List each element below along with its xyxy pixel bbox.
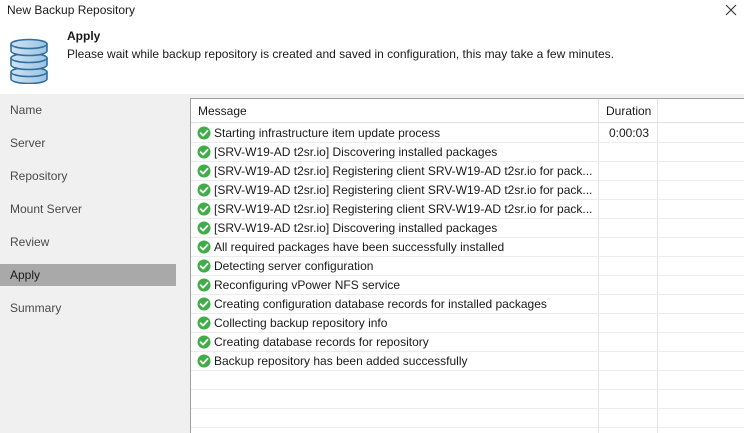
row-message: Collecting backup repository info xyxy=(214,316,388,330)
table-row[interactable]: [SRV-W19-AD t2sr.io] Registering client … xyxy=(191,162,744,181)
success-check-icon xyxy=(197,354,211,368)
log-grid[interactable]: Message Duration Starting infrastructure… xyxy=(190,98,744,433)
success-check-icon xyxy=(197,335,211,349)
sidebar-item-apply[interactable]: Apply xyxy=(0,264,176,286)
success-check-icon xyxy=(197,183,211,197)
row-message: [SRV-W19-AD t2sr.io] Registering client … xyxy=(214,164,593,178)
main-content: Message Duration Starting infrastructure… xyxy=(180,94,744,433)
grid-header: Message Duration xyxy=(191,99,744,123)
title-bar: New Backup Repository xyxy=(0,0,744,22)
page-title: Apply xyxy=(67,29,101,43)
success-check-icon xyxy=(197,297,211,311)
column-header-message[interactable]: Message xyxy=(198,104,247,118)
table-row[interactable]: [SRV-W19-AD t2sr.io] Registering client … xyxy=(191,181,744,200)
page-description: Please wait while backup repository is c… xyxy=(67,47,614,61)
table-row[interactable]: [SRV-W19-AD t2sr.io] Registering client … xyxy=(191,200,744,219)
table-row[interactable]: All required packages have been successf… xyxy=(191,238,744,257)
empty-row xyxy=(191,409,744,428)
column-header-duration[interactable]: Duration xyxy=(606,104,651,118)
row-message: Detecting server configuration xyxy=(214,259,374,273)
sidebar-item-server[interactable]: Server xyxy=(0,132,176,154)
row-message: Creating database records for repository xyxy=(214,335,429,349)
wizard-header: Apply Please wait while backup repositor… xyxy=(0,22,744,94)
empty-row xyxy=(191,428,744,433)
sidebar-item-review[interactable]: Review xyxy=(0,231,176,253)
success-check-icon xyxy=(197,164,211,178)
window-title: New Backup Repository xyxy=(7,3,136,17)
success-check-icon xyxy=(197,259,211,273)
success-check-icon xyxy=(197,145,211,159)
row-message: Starting infrastructure item update proc… xyxy=(214,126,441,140)
close-button[interactable] xyxy=(718,0,744,20)
row-message: Creating configuration database records … xyxy=(214,297,547,311)
table-row[interactable]: [SRV-W19-AD t2sr.io] Discovering install… xyxy=(191,143,744,162)
row-message: [SRV-W19-AD t2sr.io] Discovering install… xyxy=(214,145,498,159)
row-message: [SRV-W19-AD t2sr.io] Registering client … xyxy=(214,183,593,197)
success-check-icon xyxy=(197,316,211,330)
database-icon xyxy=(10,38,48,84)
row-message: Reconfiguring vPower NFS service xyxy=(214,278,401,292)
table-row[interactable]: [SRV-W19-AD t2sr.io] Discovering install… xyxy=(191,219,744,238)
success-check-icon xyxy=(197,240,211,254)
row-message: Backup repository has been added success… xyxy=(214,354,468,368)
success-check-icon xyxy=(197,126,211,140)
row-duration: 0:00:03 xyxy=(608,126,649,140)
success-check-icon xyxy=(197,202,211,216)
empty-row xyxy=(191,371,744,390)
success-check-icon xyxy=(197,278,211,292)
sidebar-item-repository[interactable]: Repository xyxy=(0,165,176,187)
row-message: [SRV-W19-AD t2sr.io] Discovering install… xyxy=(214,221,498,235)
new-backup-repository-window: New Backup Repository Apply Please wait … xyxy=(0,0,744,433)
table-row[interactable]: Creating database records for repository xyxy=(191,333,744,352)
table-row[interactable]: Reconfiguring vPower NFS service xyxy=(191,276,744,295)
table-row[interactable]: Creating configuration database records … xyxy=(191,295,744,314)
table-row[interactable]: Detecting server configuration xyxy=(191,257,744,276)
row-message: [SRV-W19-AD t2sr.io] Registering client … xyxy=(214,202,593,216)
success-check-icon xyxy=(197,221,211,235)
wizard-steps-sidebar: Name Server Repository Mount Server Revi… xyxy=(0,94,180,433)
close-icon xyxy=(725,4,737,16)
empty-row xyxy=(191,390,744,409)
table-row[interactable]: Starting infrastructure item update proc… xyxy=(191,124,744,143)
sidebar-item-mount-server[interactable]: Mount Server xyxy=(0,198,176,220)
sidebar-item-summary[interactable]: Summary xyxy=(0,297,176,319)
sidebar-item-name[interactable]: Name xyxy=(0,99,176,121)
row-message: All required packages have been successf… xyxy=(214,240,505,254)
table-row[interactable]: Collecting backup repository info xyxy=(191,314,744,333)
table-row[interactable]: Backup repository has been added success… xyxy=(191,352,744,371)
